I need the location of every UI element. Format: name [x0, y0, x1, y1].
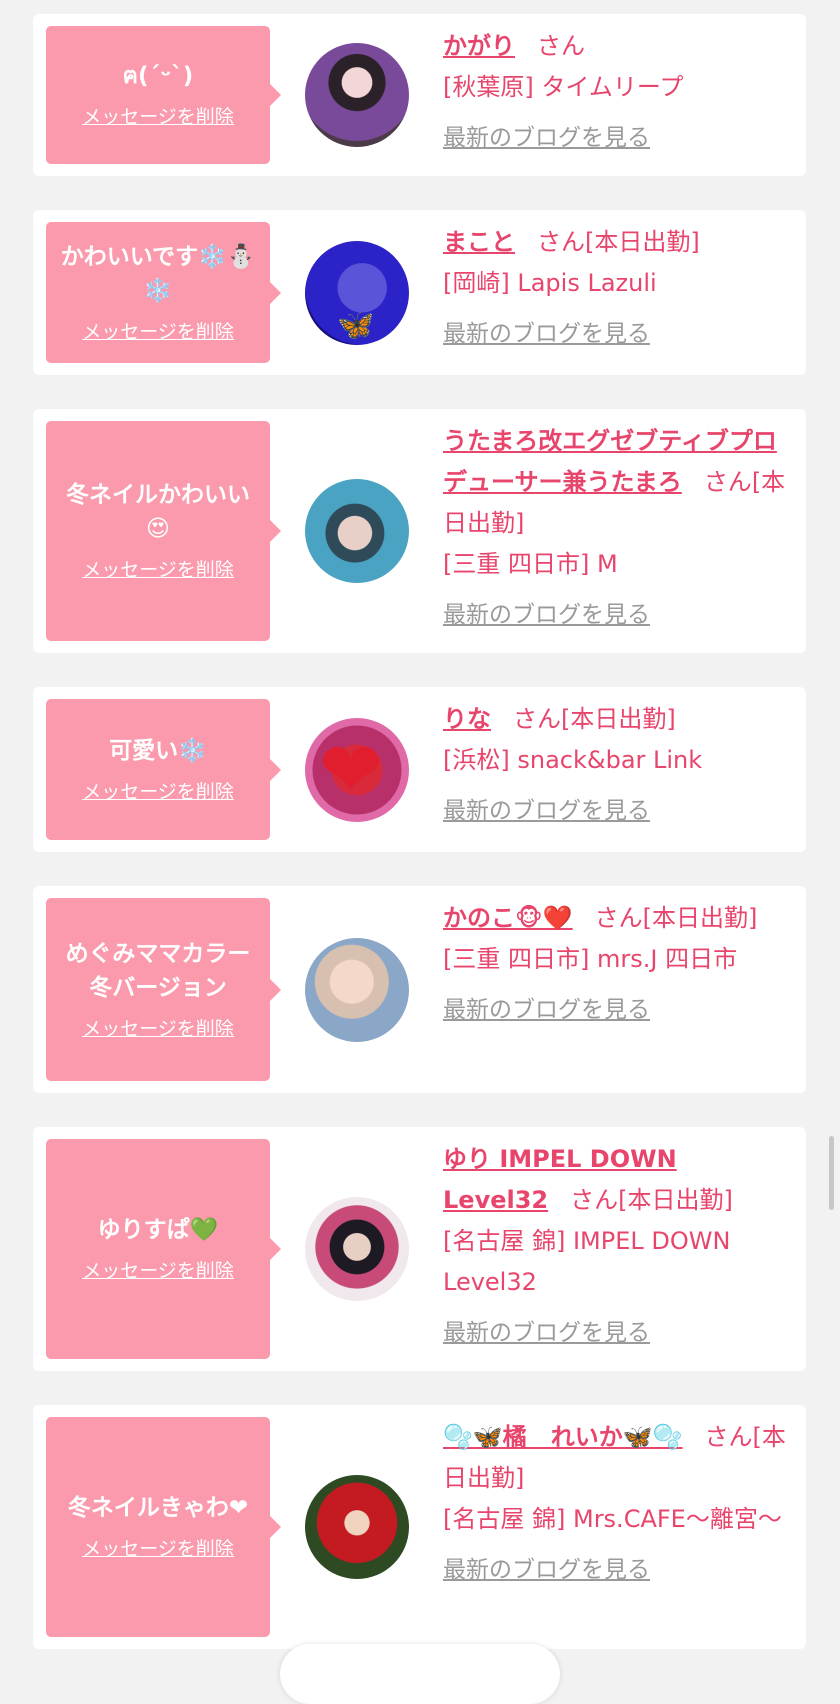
honorific: さん [703, 468, 752, 496]
cast-name-link[interactable]: まこと [443, 228, 515, 256]
card-info: ゆり IMPEL DOWN Level32 さん[本日出勤] [名古屋 錦] IM… [443, 1139, 788, 1349]
latest-blog-link[interactable]: 最新のブログを見る [443, 1554, 650, 1586]
message-text: めぐみママカラー冬バージョン [65, 940, 251, 1001]
shop-text: [浜松] snack&bar Link [443, 746, 703, 774]
honorific: さん [513, 705, 561, 733]
honorific: さん [570, 1186, 619, 1214]
message-bubble: 冬ネイルかわいい😍 メッセージを削除 [46, 421, 281, 641]
name-line: ゆり IMPEL DOWN Level32 さん[本日出勤] [443, 1139, 788, 1221]
message-card: かわいいです❄️⛄❄️ メッセージを削除 🦋 まこと さん[本日出勤] [岡崎] … [33, 210, 806, 375]
name-line: うたまろ改エグゼブティブプロデューサー兼うたまろ さん[本日出勤] [443, 421, 788, 544]
scrollbar-thumb[interactable] [829, 1136, 834, 1210]
latest-blog-link[interactable]: 最新のブログを見る [443, 599, 650, 631]
message-bubble: かわいいです❄️⛄❄️ メッセージを削除 [46, 222, 281, 363]
message-text: 可愛い❄️ [109, 737, 207, 764]
name-line: かのこ🐵❤️ さん[本日出勤] [443, 898, 788, 939]
delete-message-link[interactable]: メッセージを削除 [82, 1015, 234, 1043]
cast-name-link[interactable]: りな [443, 705, 491, 733]
delete-message-link[interactable]: メッセージを削除 [82, 318, 234, 346]
honorific: さん [537, 32, 585, 60]
status-text: [本日出勤] [642, 904, 758, 932]
message-card: ゆりすぱ💚 メッセージを削除 ゆり IMPEL DOWN Level32 さん[本… [33, 1127, 806, 1371]
message-bubble: めぐみママカラー冬バージョン メッセージを削除 [46, 898, 281, 1081]
heart-icon: ❤ [319, 724, 383, 814]
shop-text: [岡崎] Lapis Lazuli [443, 269, 657, 297]
girl-photo-avatar[interactable] [305, 43, 409, 147]
girl-photo-avatar[interactable] [305, 479, 409, 583]
message-bubble: ฅ(ˊᵕˋ) メッセージを削除 [46, 26, 281, 164]
status-text: [本日出勤] [618, 1186, 733, 1214]
girl-photo-avatar[interactable] [305, 1197, 409, 1301]
latest-blog-link[interactable]: 最新のブログを見る [443, 122, 650, 154]
card-info: まこと さん[本日出勤] [岡崎] Lapis Lazuli 最新のブログを見る [443, 222, 788, 350]
cast-name-link[interactable]: 🫧🦋橘 れいか🦋🫧 [443, 1423, 683, 1451]
message-card: 可愛い❄️ メッセージを削除 ❤ りな さん[本日出勤] [浜松] snack&b… [33, 687, 806, 852]
latest-blog-link[interactable]: 最新のブログを見る [443, 795, 650, 827]
card-info: りな さん[本日出勤] [浜松] snack&bar Link 最新のブログを見る [443, 699, 788, 827]
latest-blog-link[interactable]: 最新のブログを見る [443, 1317, 650, 1349]
honorific: さん [594, 904, 643, 932]
message-card: めぐみママカラー冬バージョン メッセージを削除 かのこ🐵❤️ さん[本日出勤] [… [33, 886, 806, 1093]
honorific: さん [537, 228, 585, 256]
delete-message-link[interactable]: メッセージを削除 [82, 778, 234, 806]
message-text: 冬ネイルかわいい😍 [66, 482, 250, 542]
message-bubble: ゆりすぱ💚 メッセージを削除 [46, 1139, 281, 1359]
shop-text: [名古屋 錦] IMPEL DOWN Level32 [443, 1227, 731, 1296]
message-text: かわいいです❄️⛄❄️ [60, 243, 256, 304]
delete-message-link[interactable]: メッセージを削除 [82, 1257, 234, 1285]
name-line: りな さん[本日出勤] [443, 699, 788, 740]
honorific: さん [704, 1423, 753, 1451]
status-text: [本日出勤] [561, 705, 676, 733]
shop-text: [名古屋 錦] Mrs.CAFE～離宮～ [443, 1505, 782, 1533]
shop-text: [秋葉原] タイムリープ [443, 73, 684, 101]
name-line: かがり さん [443, 26, 788, 67]
message-card: ฅ(ˊᵕˋ) メッセージを削除 かがり さん [秋葉原] タイムリープ 最新のブロ… [33, 14, 806, 176]
name-line: 🫧🦋橘 れいか🦋🫧 さん[本日出勤] [443, 1417, 788, 1499]
butterfly-icon: 🦋 [337, 307, 375, 343]
message-bubble: 可愛い❄️ メッセージを削除 [46, 699, 281, 840]
latest-blog-link[interactable]: 最新のブログを見る [443, 994, 650, 1026]
girl-photo-avatar[interactable] [305, 937, 409, 1042]
delete-message-link[interactable]: メッセージを削除 [82, 103, 234, 131]
delete-message-link[interactable]: メッセージを削除 [82, 1535, 234, 1563]
card-info: かのこ🐵❤️ さん[本日出勤] [三重 四日市] mrs.J 四日市 最新のブログ… [443, 898, 788, 1026]
shop-text: [三重 四日市] M [443, 550, 618, 578]
card-info: かがり さん [秋葉原] タイムリープ 最新のブログを見る [443, 26, 788, 154]
message-text: ฅ(ˊᵕˋ) [122, 63, 194, 89]
name-line: まこと さん[本日出勤] [443, 222, 788, 263]
delete-message-link[interactable]: メッセージを削除 [82, 556, 234, 584]
latest-blog-link[interactable]: 最新のブログを見る [443, 318, 650, 350]
bottom-floating-button[interactable] [280, 1644, 560, 1704]
heart-avatar[interactable]: ❤ [305, 717, 409, 822]
status-text: [本日出勤] [585, 228, 700, 256]
message-text: ゆりすぱ💚 [97, 1217, 219, 1243]
santa-girl-avatar[interactable] [305, 1475, 409, 1579]
message-card: 冬ネイルきゃわ❤ メッセージを削除 🫧🦋橘 れいか🦋🫧 さん[本日出勤] [名古屋… [33, 1405, 806, 1649]
message-text: 冬ネイルきゃわ❤ [67, 1495, 249, 1521]
message-bubble: 冬ネイルきゃわ❤ メッセージを削除 [46, 1417, 281, 1637]
card-info: うたまろ改エグゼブティブプロデューサー兼うたまろ さん[本日出勤] [三重 四日市… [443, 421, 788, 631]
card-info: 🫧🦋橘 れいか🦋🫧 さん[本日出勤] [名古屋 錦] Mrs.CAFE～離宮～ 最… [443, 1417, 788, 1586]
shop-text: [三重 四日市] mrs.J 四日市 [443, 945, 738, 973]
cast-name-link[interactable]: かがり [443, 32, 515, 60]
girl-photo-avatar[interactable]: 🦋 [305, 240, 409, 345]
message-card: 冬ネイルかわいい😍 メッセージを削除 うたまろ改エグゼブティブプロデューサー兼う… [33, 409, 806, 653]
cast-name-link[interactable]: かのこ🐵❤️ [443, 904, 573, 932]
